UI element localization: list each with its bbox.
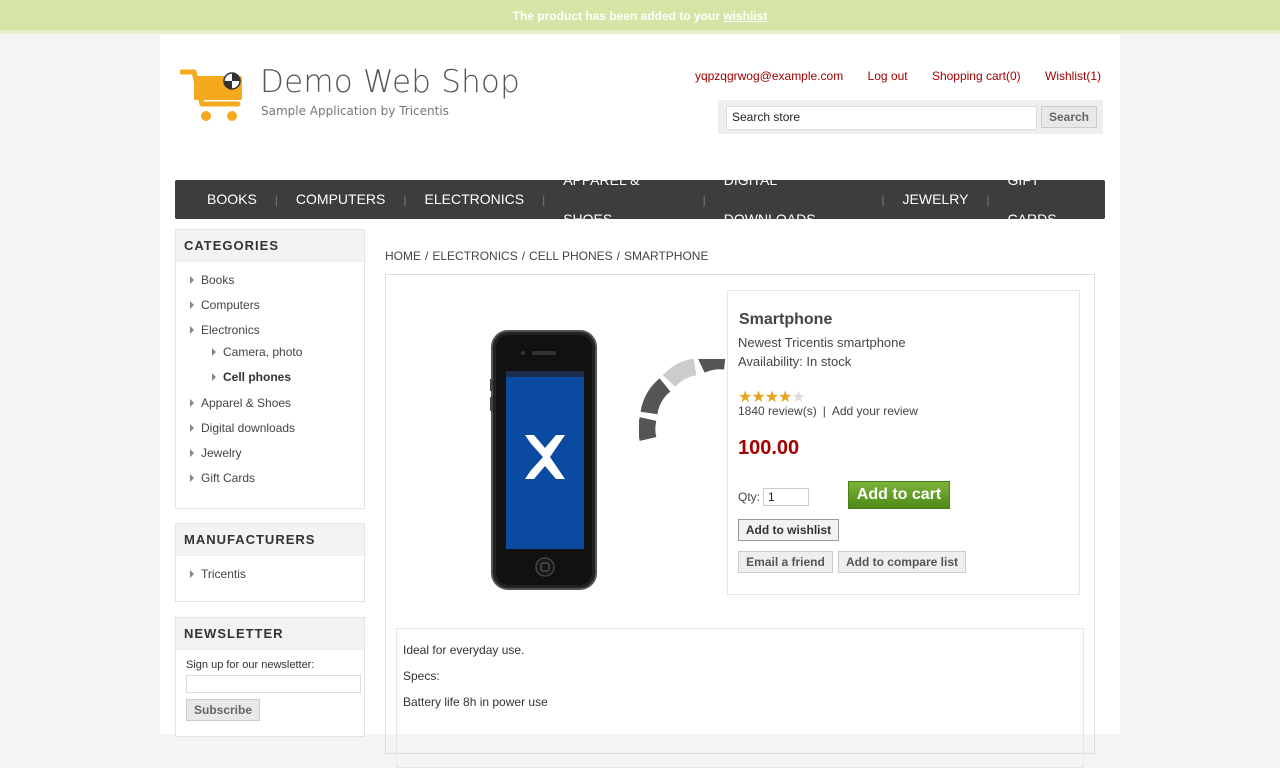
categories-title: CATEGORIES (176, 230, 364, 262)
breadcrumb-divider: / (521, 249, 526, 263)
full-description: Ideal for everyday use. Specs: Battery l… (396, 628, 1084, 768)
arrow-right-icon (190, 424, 194, 432)
category-item-camera-photo[interactable]: Camera, photo (176, 341, 364, 364)
add-review-link[interactable]: Add your review (832, 404, 918, 418)
newsletter-email-input[interactable] (186, 675, 361, 693)
shopping-cart-link[interactable]: Shopping cart(0) (932, 69, 1021, 83)
category-label: Cell phones (223, 370, 292, 384)
description-line: Specs: (403, 669, 440, 683)
category-label: Books (201, 273, 235, 287)
email-friend-button[interactable]: Email a friend (738, 551, 833, 573)
logout-link[interactable]: Log out (868, 69, 908, 83)
breadcrumb-current: SMARTPHONE (623, 249, 709, 263)
add-to-compare-button[interactable]: Add to compare list (838, 551, 966, 573)
subscribe-button[interactable]: Subscribe (186, 699, 260, 721)
category-label: Jewelry (201, 446, 242, 460)
notification-wishlist-link[interactable]: wishlist (723, 9, 767, 23)
arrow-right-icon (190, 276, 194, 284)
manufacturers-block: MANUFACTURERS Tricentis (175, 523, 365, 602)
add-to-cart-button[interactable]: Add to cart (848, 481, 950, 509)
category-item-apparel-shoes[interactable]: Apparel & Shoes (176, 391, 364, 416)
notification-text: The product has been added to your (512, 9, 724, 23)
product-price: 100.00 (738, 437, 800, 459)
category-item-cell-phones[interactable]: Cell phones (176, 364, 364, 391)
manufacturers-title: MANUFACTURERS (176, 524, 364, 556)
search-button[interactable]: Search (1041, 106, 1097, 128)
add-to-wishlist-button[interactable]: Add to wishlist (738, 519, 839, 541)
newsletter-block: NEWSLETTER Sign up for our newsletter: S… (175, 617, 365, 737)
arrow-right-icon (212, 373, 216, 381)
nav-digital-downloads[interactable]: DIGITAL DOWNLOADS (706, 161, 882, 239)
categories-block: CATEGORIES Books Computers Electronics C… (175, 229, 365, 509)
arrow-right-icon (190, 570, 194, 578)
product-short-description: Newest Tricentis smartphone (738, 335, 906, 350)
reviews-count-link[interactable]: 1840 review(s) (738, 404, 817, 418)
search-input[interactable]: Search store (726, 106, 1037, 130)
arrow-right-icon (190, 449, 194, 457)
header-links: yqpzqgrwog@example.com Log out Shopping … (674, 69, 1101, 83)
quantity-label: Qty: (738, 490, 761, 504)
category-item-digital-downloads[interactable]: Digital downloads (176, 416, 364, 441)
product-image[interactable] (490, 329, 602, 596)
reviews-line: 1840 review(s) | Add your review (738, 404, 918, 418)
breadcrumb-cell-phones[interactable]: CELL PHONES (529, 249, 613, 263)
cart-logo-icon[interactable] (179, 66, 250, 126)
manufacturer-label: Tricentis (201, 567, 246, 581)
arrow-right-icon (212, 348, 216, 356)
breadcrumb-electronics[interactable]: ELECTRONICS (432, 249, 517, 263)
page-master: Demo Web Shop Sample Application by Tric… (160, 34, 1120, 768)
shop-title[interactable]: Demo Web Shop (260, 64, 520, 100)
product-availability: Availability: In stock (738, 354, 852, 369)
arrow-right-icon (190, 301, 194, 309)
product-name: Smartphone (739, 311, 833, 328)
notification-bar: The product has been added to your wishl… (0, 0, 1280, 34)
top-menu: BOOKS | COMPUTERS | ELECTRONICS | APPAREL &… (175, 172, 1105, 227)
manufacturer-item-tricentis[interactable]: Tricentis (176, 562, 364, 587)
product-overview: Smartphone Newest Tricentis smartphone A… (727, 290, 1080, 595)
shop-subtitle: Sample Application by Tricentis (261, 104, 449, 118)
newsletter-label: Sign up for our newsletter: (186, 659, 315, 671)
breadcrumb: HOME / ELECTRONICS / CELL PHONES / SMARTPHONE (385, 249, 708, 263)
nav-computers[interactable]: COMPUTERS (278, 180, 403, 219)
nav-books[interactable]: BOOKS (189, 180, 275, 219)
nav-gift-cards[interactable]: GIFT CARDS (990, 161, 1105, 239)
description-line: Ideal for everyday use. (403, 643, 525, 657)
category-label: Computers (201, 298, 260, 312)
breadcrumb-divider: / (616, 249, 620, 263)
category-item-jewelry[interactable]: Jewelry (176, 441, 364, 466)
category-label: Camera, photo (223, 345, 303, 359)
category-item-books[interactable]: Books (176, 268, 364, 293)
nav-apparel-shoes[interactable]: APPAREL & SHOES (545, 161, 702, 239)
arrow-right-icon (190, 474, 194, 482)
category-label: Apparel & Shoes (201, 396, 292, 410)
reviews-separator: | (822, 404, 826, 418)
nav-jewelry[interactable]: JEWELRY (885, 180, 987, 219)
category-item-gift-cards[interactable]: Gift Cards (176, 466, 364, 491)
quantity-input[interactable]: 1 (763, 488, 809, 506)
breadcrumb-home[interactable]: HOME (385, 249, 421, 263)
category-label: Electronics (201, 323, 260, 337)
arrow-right-icon (190, 399, 194, 407)
category-item-electronics[interactable]: Electronics (176, 318, 364, 343)
category-label: Gift Cards (201, 471, 256, 485)
arrow-right-icon (190, 326, 194, 334)
search-box: Search store Search (718, 100, 1103, 134)
product-details: Smartphone Newest Tricentis smartphone A… (385, 274, 1095, 768)
wishlist-link[interactable]: Wishlist(1) (1045, 69, 1101, 83)
breadcrumb-divider: / (425, 249, 429, 263)
loading-spinner-icon (638, 352, 729, 454)
category-item-computers[interactable]: Computers (176, 293, 364, 318)
nav-electronics[interactable]: ELECTRONICS (407, 180, 543, 219)
category-label: Digital downloads (201, 421, 296, 435)
account-email-link[interactable]: yqpzqgrwog@example.com (695, 69, 843, 83)
newsletter-title: NEWSLETTER (176, 618, 364, 650)
description-line: Battery life 8h in power use (403, 695, 548, 709)
